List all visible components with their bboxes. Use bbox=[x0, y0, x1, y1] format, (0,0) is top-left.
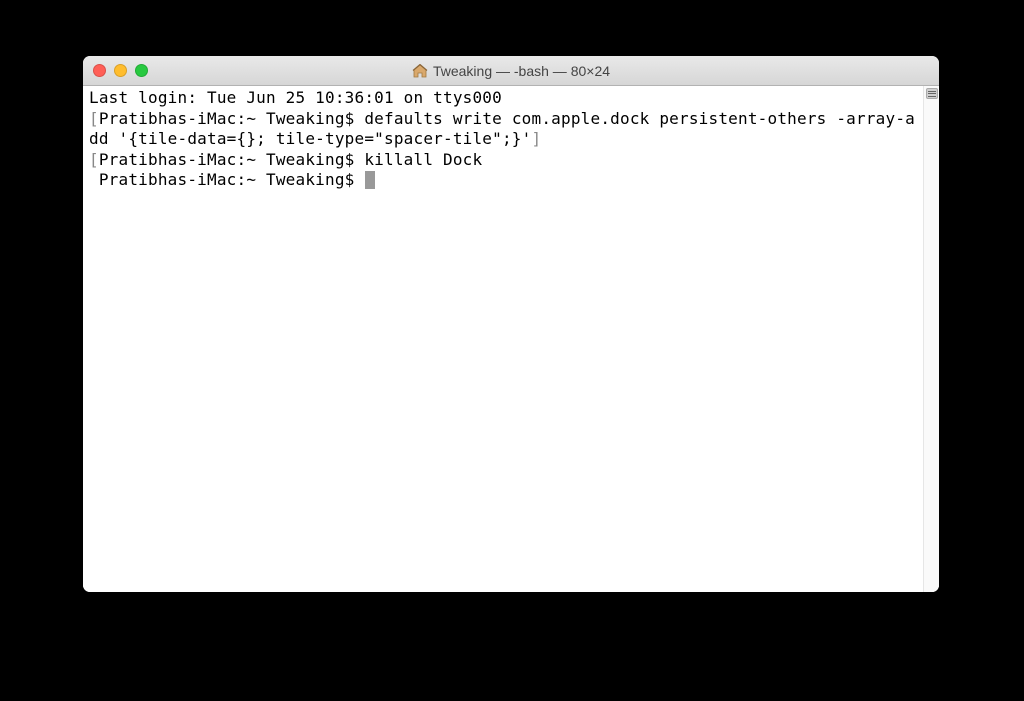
prompt: Pratibhas-iMac:~ Tweaking$ bbox=[99, 150, 365, 169]
close-button[interactable] bbox=[93, 64, 106, 77]
prompt: Pratibhas-iMac:~ Tweaking$ bbox=[99, 170, 365, 189]
minimize-button[interactable] bbox=[114, 64, 127, 77]
home-folder-icon bbox=[412, 64, 428, 78]
window-title: Tweaking — -bash — 80×24 bbox=[83, 63, 939, 79]
last-login-line: Last login: Tue Jun 25 10:36:01 on ttys0… bbox=[89, 88, 919, 109]
bracket-right: ] bbox=[531, 129, 541, 148]
maximize-button[interactable] bbox=[135, 64, 148, 77]
bracket-left: [ bbox=[89, 109, 99, 128]
terminal-window: Tweaking — -bash — 80×24 Last login: Tue… bbox=[83, 56, 939, 592]
cursor-block bbox=[365, 171, 375, 189]
command-line-1: [Pratibhas-iMac:~ Tweaking$ defaults wri… bbox=[89, 109, 919, 150]
prompt: Pratibhas-iMac:~ Tweaking$ bbox=[99, 109, 365, 128]
command-2-text: killall Dock bbox=[364, 150, 482, 169]
current-prompt-line: Pratibhas-iMac:~ Tweaking$ bbox=[89, 170, 919, 191]
traffic-lights bbox=[93, 64, 148, 77]
window-title-text: Tweaking — -bash — 80×24 bbox=[433, 63, 610, 79]
split-pane-toggle-icon[interactable] bbox=[926, 88, 938, 99]
scrollbar[interactable] bbox=[923, 86, 939, 592]
window-titlebar[interactable]: Tweaking — -bash — 80×24 bbox=[83, 56, 939, 86]
terminal-content[interactable]: Last login: Tue Jun 25 10:36:01 on ttys0… bbox=[83, 86, 923, 592]
command-line-2: [Pratibhas-iMac:~ Tweaking$ killall Dock bbox=[89, 150, 919, 171]
bracket-left: [ bbox=[89, 150, 99, 169]
bracket-left bbox=[89, 170, 99, 189]
terminal-body: Last login: Tue Jun 25 10:36:01 on ttys0… bbox=[83, 86, 939, 592]
